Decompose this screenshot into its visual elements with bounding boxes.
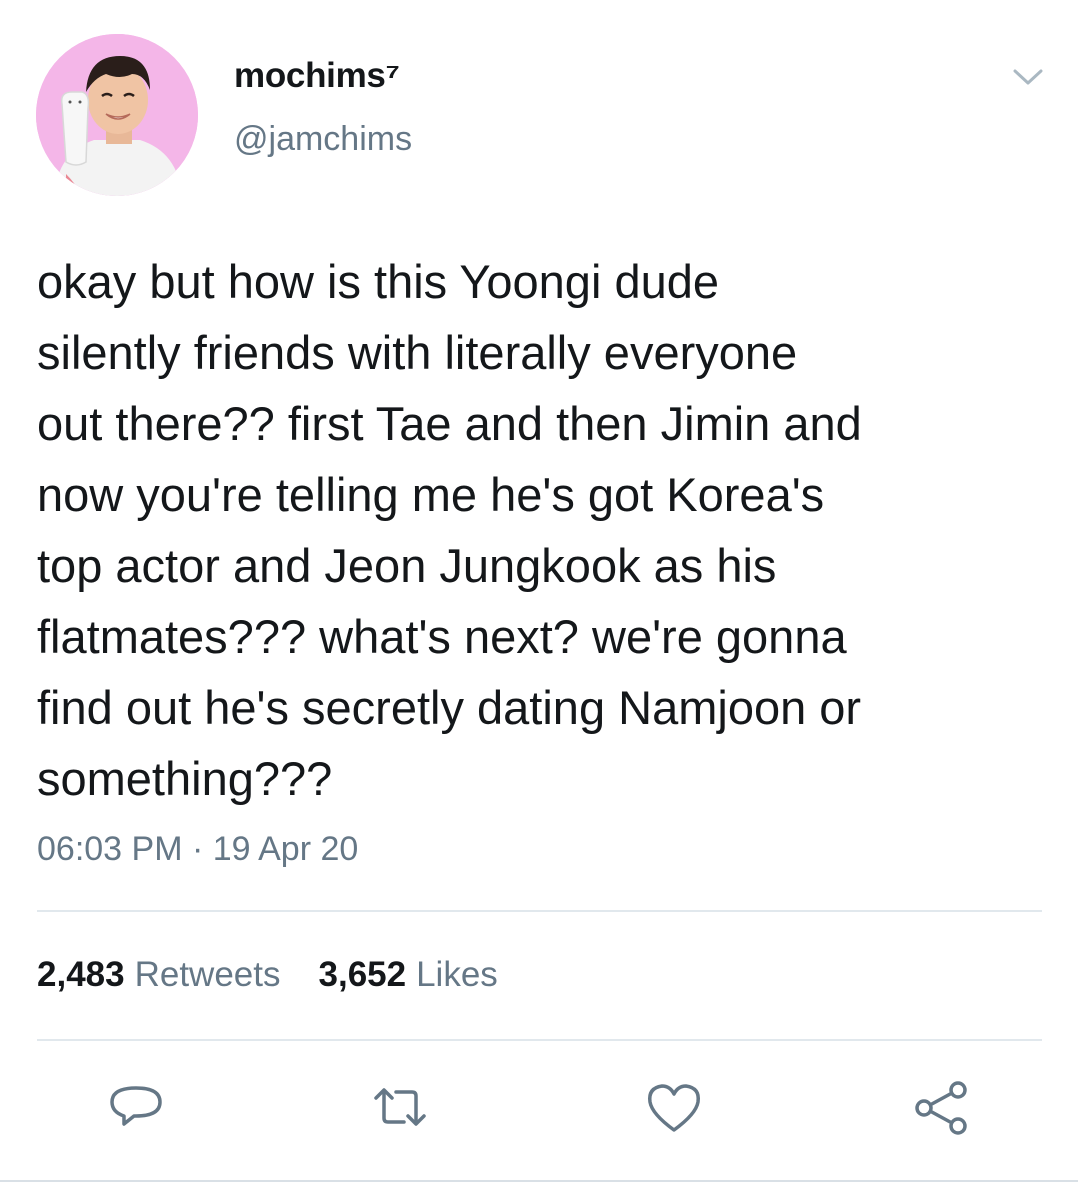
reply-icon [110, 1086, 162, 1126]
retweets-count: 2,483 [37, 955, 125, 994]
user-handle[interactable]: @jamchims [234, 120, 412, 159]
share-button[interactable] [910, 1078, 974, 1138]
tweet-text: okay but how is this Yoongi dude silentl… [37, 255, 862, 805]
tweet-stats: 2,483 Retweets 3,652 Likes [37, 955, 536, 995]
retweets-stat[interactable]: 2,483 Retweets [37, 955, 281, 995]
divider [37, 1039, 1042, 1041]
avatar-image [36, 34, 198, 196]
likes-label: Likes [416, 955, 498, 994]
retweet-button[interactable] [368, 1078, 432, 1138]
action-bar [0, 1078, 1078, 1138]
share-icon [915, 1081, 967, 1135]
like-button[interactable] [642, 1078, 706, 1138]
divider [0, 1180, 1078, 1182]
retweets-label: Retweets [134, 955, 281, 994]
reply-button[interactable] [104, 1078, 168, 1138]
divider [37, 910, 1042, 912]
heart-icon [648, 1084, 700, 1132]
likes-count: 3,652 [318, 955, 407, 994]
chevron-down-icon[interactable] [1010, 62, 1046, 92]
tweet-timestamp[interactable]: 06:03 PM · 19 Apr 20 [37, 830, 358, 869]
display-name[interactable]: mochims⁷ [234, 56, 400, 96]
tweet-detail: mochims⁷ @jamchims okay but how is this … [0, 0, 1078, 1200]
retweet-icon [374, 1088, 426, 1126]
likes-stat[interactable]: 3,652 Likes [319, 955, 498, 995]
avatar[interactable] [36, 34, 198, 196]
